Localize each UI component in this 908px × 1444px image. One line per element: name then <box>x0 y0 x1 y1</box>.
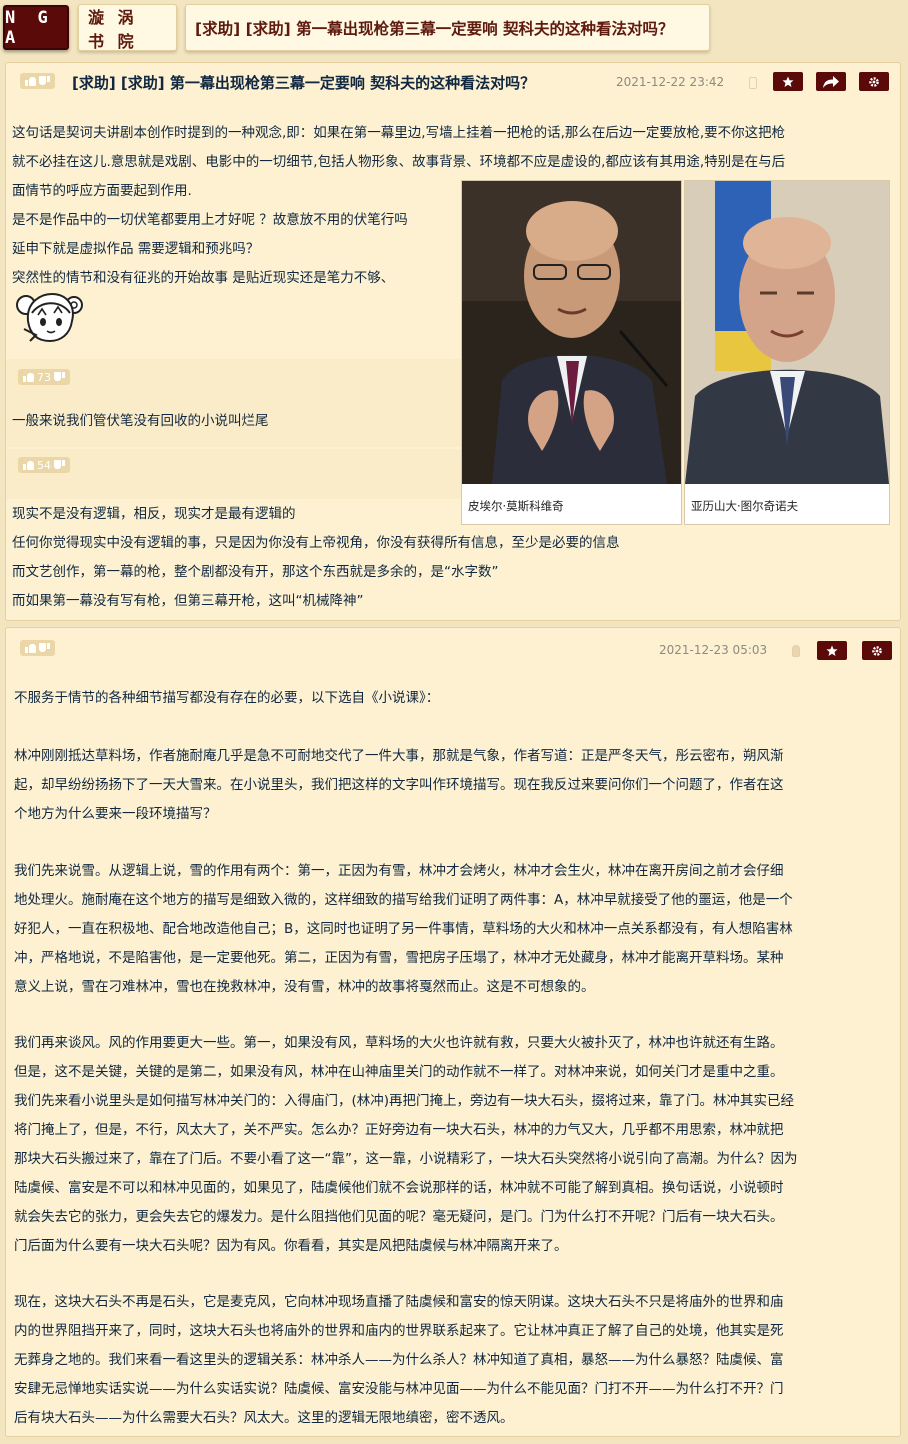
thumb-down-icon[interactable] <box>39 643 50 653</box>
paragraph-1: 林冲刚刚抵达草料场，作者施耐庵几乎是急不可耐地交代了一件大事，那就是气象，作者写… <box>14 742 894 829</box>
body-line: 门后面为什么要有一块大石头呢？因为有风。你看看，其实是风把陆虞候与林冲隔离开来了… <box>14 1238 568 1254</box>
body-line: 我们先来说雪。从逻辑上说，雪的作用有两个：第一，正因为有雪，林冲才会烤火，林冲才… <box>14 863 784 879</box>
body-line: 将门掩上了，但是，不行，风太大了，关不严实。怎么办？正好旁边有一块大石头，林冲的… <box>14 1122 784 1138</box>
paragraph-3: 我们再来谈风。风的作用要更大一些。第一，如果没有风，草料场的大火也许就有救，只要… <box>14 1029 894 1261</box>
body-line: 后有块大石头——为什么需要大石头？风太大。这里的逻辑无限地缜密，密不透风。 <box>14 1410 514 1426</box>
body-line: 就会失去它的张力，更会失去它的爆发力。是什么阻挡他们见面的呢？毫无疑问，是门。门… <box>14 1209 784 1225</box>
thumb-down-icon[interactable] <box>54 460 65 470</box>
body-line: 起，却早纷纷扬扬下了一天大雪来。在小说里头，我们把这样的文字叫作环境描写。现在我… <box>14 777 784 793</box>
thumb-up-icon[interactable] <box>23 372 34 382</box>
star-icon <box>826 645 838 656</box>
paragraph-2: 我们先来说雪。从逻辑上说，雪的作用有两个：第一，正因为有雪，林冲才会烤火，林冲才… <box>14 857 894 1002</box>
body-line: 地处理火。施耐庵在这个地方的描写是细致入微的，这样细致的描写给我们证明了两件事：… <box>14 892 793 908</box>
body-line: 无葬身之地的。我们来看一看这里头的逻辑关系：林冲杀人——为什么杀人？林冲知道了真… <box>14 1352 784 1368</box>
photo-caption: 亚历山大·图尔奇诺夫 <box>691 499 799 513</box>
like-count: 73 <box>37 370 51 384</box>
photo-caption: 皮埃尔·莫斯科维奇 <box>468 499 564 513</box>
post-reply: 2021-12-23 05:03 不服务于情节的各种细节描写都没有存在的必要，以… <box>5 627 901 1437</box>
post-date: 2021-12-23 05:03 <box>659 643 768 657</box>
thumb-down-icon[interactable] <box>54 372 65 382</box>
post-header: [求助] [求助] 第一幕出现枪第三幕一定要响 契科夫的这种看法对吗？ 2021… <box>6 63 900 103</box>
paragraph-4: 现在，这块大石头不再是石头，它是麦克风，它向林冲现场直播了陆虞候和富安的惊天阴谋… <box>14 1288 894 1433</box>
body-line: 意义上说，雪在刁难林冲，雪也在挽救林冲，没有雪，林冲的故事将戛然而止。这是不可想… <box>14 979 595 995</box>
thumb-up-icon[interactable] <box>25 643 36 653</box>
body-line: 就不必挂在这儿.意思就是戏剧、电影中的一切细节,包括人物形象、故事背景、环境都不… <box>12 154 786 170</box>
vote-buttons: 73 <box>18 369 70 385</box>
post-main: [求助] [求助] 第一幕出现枪第三幕一定要响 契科夫的这种看法对吗？ 2021… <box>5 62 901 621</box>
vote-buttons <box>20 640 55 656</box>
thumb-down-icon[interactable] <box>39 76 50 86</box>
body-line: 而文艺创作，第一幕的枪，整个剧都没有开，那这个东西就是多余的，是“水字数” <box>12 564 499 580</box>
body-line: 任何你觉得现实中没有逻辑的事，只是因为你没有上帝视角，你没有获得所有信息，至少是… <box>12 535 620 551</box>
settings-button[interactable] <box>862 641 892 660</box>
photo-card-moscovici[interactable]: 皮埃尔·莫斯科维奇 <box>461 180 682 525</box>
favorite-button[interactable] <box>817 641 847 660</box>
mobile-client-icon <box>749 77 757 89</box>
share-icon <box>823 75 839 88</box>
body-line: 好犯人，一直在积极地、配合地改造他自己；B，这同时也证明了另一件事情，草料场的大… <box>14 921 793 937</box>
body-line: 我们先来看小说里头是如何描写林冲关门的：入得庙门，(林冲)再把门掩上，旁边有一块… <box>14 1093 795 1109</box>
post-title: [求助] [求助] 第一幕出现枪第三幕一定要响 契科夫的这种看法对吗？ <box>72 74 536 92</box>
emoji-sticker <box>16 292 83 343</box>
body-line: 这句话是契诃夫讲剧本创作时提到的一种观念,即：如果在第一幕里边,写墙上挂着一把枪… <box>12 125 786 141</box>
breadcrumb-forum[interactable]: 漩 涡 书 院 <box>78 4 177 51</box>
star-icon <box>782 76 794 87</box>
thumb-up-icon[interactable] <box>25 76 36 86</box>
post-header: 2021-12-23 05:03 <box>6 628 900 668</box>
top-nav: N G A 漩 涡 书 院 [求助] [求助] 第一幕出现枪第三幕一定要响 契科… <box>0 0 908 58</box>
thumb-up-icon[interactable] <box>23 460 34 470</box>
settings-button[interactable] <box>859 72 889 91</box>
reply-1: 73 一般来说我们管伏笔没有回收的小说叫烂尾 <box>6 359 461 447</box>
post-date: 2021-12-22 23:42 <box>616 75 725 89</box>
body-line: 内的世界阻挡开来了，同时，这块大石头也将庙外的世界和庙内的世界联系起来了。它让林… <box>14 1323 784 1339</box>
body-line: 安肆无忌惮地实话实说——为什么实话实说？陆虞候、富安没能与林冲见面——为什么不能… <box>14 1381 784 1397</box>
photo-card-turchynov[interactable]: 亚历山大·图尔奇诺夫 <box>684 180 890 525</box>
vote-buttons: 54 <box>18 457 70 473</box>
body-line: 林冲刚刚抵达草料场，作者施耐庵几乎是急不可耐地交代了一件大事，那就是气象，作者写… <box>14 748 784 764</box>
body-line: 我们再来谈风。风的作用要更大一些。第一，如果没有风，草料场的大火也许就有救，只要… <box>14 1035 784 1051</box>
portrait-photo <box>462 181 681 484</box>
gear-icon <box>869 76 879 87</box>
body-line: 冲，严格地说，不是陷害他，是一定要他死。第二，正因为有雪，雪把房子压塌了，林冲才… <box>14 950 784 966</box>
body-line: 个地方为什么要来一段环境描写？ <box>14 806 217 822</box>
portrait-photo <box>685 181 889 484</box>
share-button[interactable] <box>816 72 846 91</box>
body-line: 陆虞候、富安是不可以和林冲见面的，如果见了，陆虞候他们就不会说那样的话，林冲就不… <box>14 1180 784 1196</box>
gear-icon <box>872 645 882 656</box>
android-client-icon <box>792 645 800 657</box>
like-count: 54 <box>37 458 51 472</box>
body-line: 但是，这不是关键，关键的是第二，如果没有风，林冲在山神庙里关门的动作就不一样了。… <box>14 1064 784 1080</box>
reply-2-header: 54 <box>6 449 461 499</box>
vote-buttons <box>20 73 55 89</box>
breadcrumb-topic[interactable]: [求助] [求助] 第一幕出现枪第三幕一定要响 契科夫的这种看法对吗？ <box>185 4 710 51</box>
body-line: 现在，这块大石头不再是石头，它是麦克风，它向林冲现场直播了陆虞候和富安的惊天阴谋… <box>14 1294 784 1310</box>
body-line: 而如果第一幕没有写有枪，但第三幕开枪，这叫“机械降神” <box>12 593 364 609</box>
favorite-button[interactable] <box>773 72 803 91</box>
site-logo[interactable]: N G A <box>3 5 69 50</box>
body-line: 那块大石头搬过来了，靠在了门后。不要小看了这一“靠”，这一靠，小说精彩了，一块大… <box>14 1151 798 1167</box>
reply-text: 一般来说我们管伏笔没有回收的小说叫烂尾 <box>12 413 269 429</box>
post-intro: 不服务于情节的各种细节描写都没有存在的必要，以下选自《小说课》： <box>14 690 440 706</box>
